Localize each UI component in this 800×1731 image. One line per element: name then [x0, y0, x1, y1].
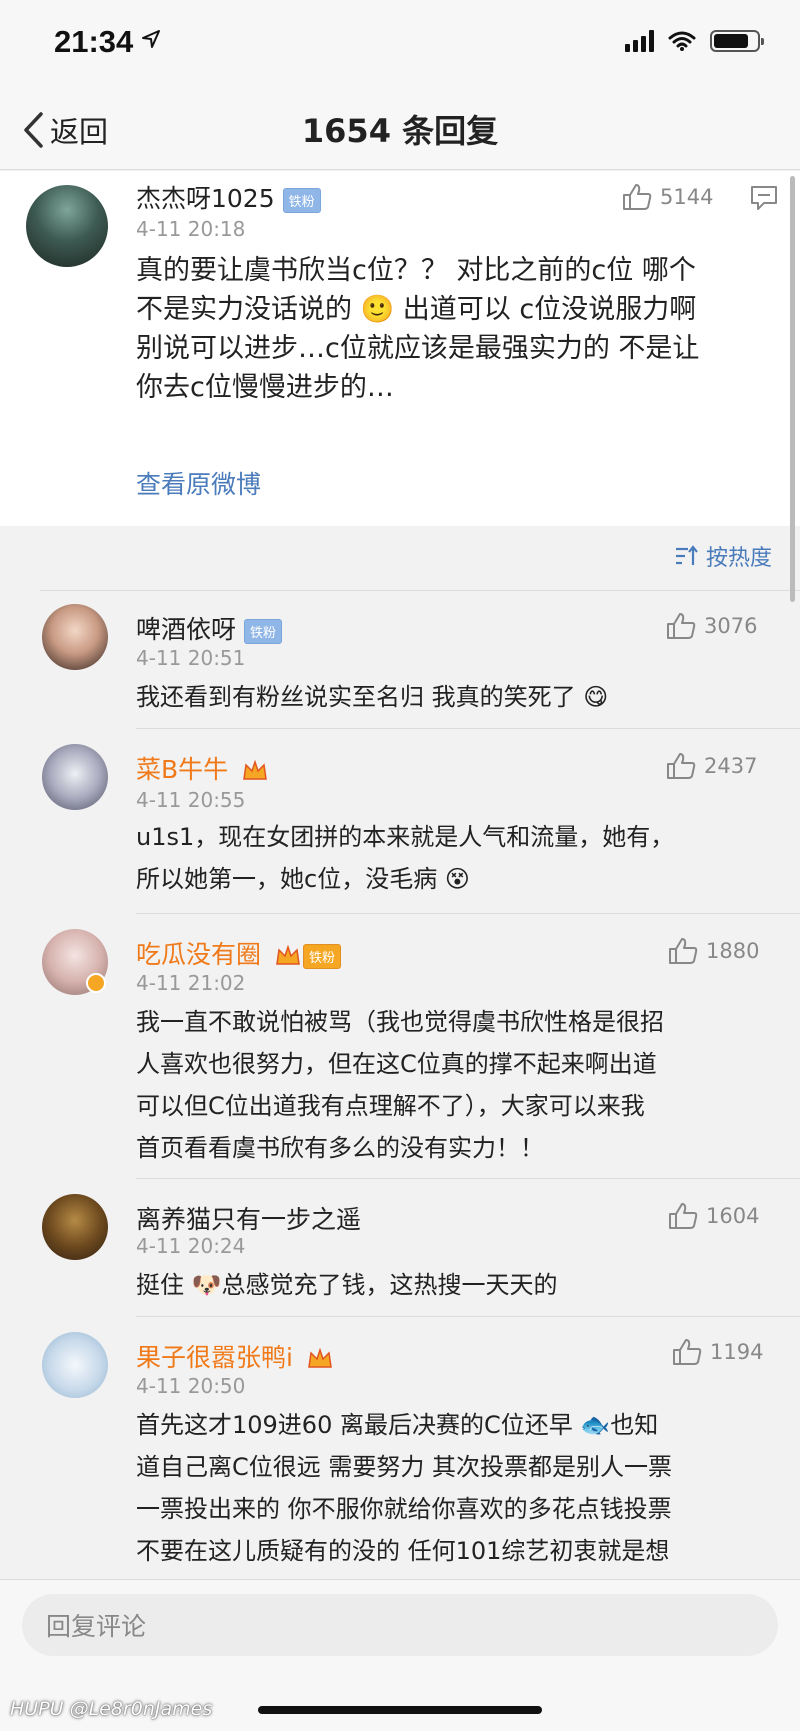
wifi-icon — [668, 31, 696, 51]
reply-text: 挺住 🐶总感觉充了钱，这热搜一天天的 — [136, 1264, 558, 1306]
view-original-link[interactable]: 查看原微博 — [136, 465, 261, 501]
reply-author[interactable]: 啤酒依呀 铁粉 — [136, 610, 283, 646]
reply-text: 首先这才109进60 离最后决赛的C位还早 🐟也知 道自己离C位很远 需要努力 … — [136, 1404, 672, 1572]
thumbs-up-icon — [667, 753, 696, 779]
navigation-bar: 返回 1654 条回复 — [0, 90, 800, 170]
reply-line: 我一直不敢说怕被骂（我也觉得虞书欣性格是很招 — [136, 1008, 664, 1036]
reply-time: 4-11 20:50 — [136, 1374, 246, 1398]
reply-item: 离养猫只有一步之遥 4-11 20:24 1604 挺住 🐶总感觉充了钱，这热搜… — [0, 1178, 800, 1316]
avatar[interactable] — [42, 1332, 108, 1398]
like-button[interactable]: 5144 — [622, 183, 713, 211]
like-button[interactable]: 1604 — [668, 1202, 759, 1230]
fan-badge: 铁粉 — [302, 943, 341, 969]
reply-line: 一票投出来的 你不服你就给你喜欢的多花点钱投票 — [136, 1495, 672, 1523]
cellular-signal-icon — [625, 30, 654, 52]
reply-line: 所以她第一，她c位，没毛病 😵 — [136, 865, 470, 893]
status-indicators — [625, 30, 764, 52]
page-title: 1654 条回复 — [301, 112, 499, 150]
username: 啤酒依呀 — [136, 615, 237, 644]
thumbs-up-icon — [673, 1339, 702, 1365]
comment-time: 4-11 20:18 — [136, 217, 246, 241]
reply-input[interactable]: 回复评论 — [22, 1594, 778, 1656]
verified-badge-icon — [86, 973, 106, 993]
fan-badge: 铁粉 — [244, 618, 283, 644]
status-time: 21:34 — [54, 24, 134, 59]
like-button[interactable]: 1880 — [668, 937, 759, 965]
like-count: 1194 — [710, 1340, 764, 1364]
scrollbar[interactable] — [790, 176, 795, 602]
sort-by-hot-button[interactable]: 按热度 — [674, 540, 772, 572]
reply-item: 菜B牛牛 4-11 20:55 2437 u1s1，现在女团拼的本来就是人气和流… — [0, 728, 800, 913]
username: 吃瓜没有圈 — [136, 940, 262, 969]
reply-time: 4-11 21:02 — [136, 971, 246, 995]
watermark: HUPU @Le8r0nJames — [10, 1698, 213, 1720]
comment-line: 你去c位慢慢进步的… — [136, 372, 394, 403]
like-count: 5144 — [660, 185, 714, 209]
like-count: 1604 — [706, 1204, 760, 1228]
like-button[interactable]: 1194 — [672, 1338, 763, 1366]
like-button[interactable]: 2437 — [666, 752, 757, 780]
home-indicator[interactable] — [258, 1706, 542, 1714]
reply-item: 啤酒依呀 铁粉 4-11 20:51 3076 我还看到有粉丝说实至名归 我真的笑… — [0, 590, 800, 728]
status-bar: 21:34 — [0, 0, 800, 90]
reply-time: 4-11 20:51 — [136, 646, 246, 670]
username: 杰杰呀1025 — [136, 184, 275, 213]
avatar[interactable] — [26, 185, 108, 267]
vip-crown-icon — [276, 944, 300, 965]
reply-author[interactable]: 离养猫只有一步之遥 — [136, 1200, 361, 1236]
reply-author[interactable]: 果子很嚣张鸭i — [136, 1338, 333, 1374]
avatar[interactable] — [42, 744, 108, 810]
avatar[interactable] — [42, 604, 108, 670]
reply-line: 挺住 🐶总感觉充了钱，这热搜一天天的 — [136, 1271, 558, 1299]
like-count: 1880 — [706, 939, 760, 963]
reply-item: 吃瓜没有圈 铁粉 4-11 21:02 1880 我一直不敢说怕被骂（我也觉得虞… — [0, 913, 800, 1178]
battery-icon — [710, 30, 764, 52]
location-arrow-icon — [142, 30, 160, 48]
reply-text: 我一直不敢说怕被骂（我也觉得虞书欣性格是很招 人喜欢也很努力，但在这C位真的撑不… — [136, 1001, 664, 1169]
comment-text: 真的要让虞书欣当c位？？ 对比之前的c位 哪个 不是实力没话说的 🙂 出道可以 … — [136, 251, 699, 407]
reply-line: 不要在这儿质疑有的没的 任何101综艺初衷就是想 — [136, 1537, 670, 1565]
reply-line: 可以但C位出道我有点理解不了），大家可以来我 — [136, 1092, 645, 1120]
reply-text: u1s1，现在女团拼的本来就是人气和流量，她有， 所以她第一，她c位，没毛病 😵 — [136, 816, 674, 900]
comment-author[interactable]: 杰杰呀1025 铁粉 — [136, 179, 321, 215]
reply-author[interactable]: 菜B牛牛 — [136, 750, 268, 786]
vip-crown-icon — [243, 759, 267, 780]
reply-time: 4-11 20:55 — [136, 788, 246, 812]
main-comment: 杰杰呀1025 铁粉 4-11 20:18 5144 真的要让虞书欣当c位？？ 对… — [0, 171, 800, 526]
username: 离养猫只有一步之遥 — [136, 1205, 362, 1234]
reply-time: 4-11 20:24 — [136, 1234, 246, 1258]
reply-author[interactable]: 吃瓜没有圈 铁粉 — [136, 935, 341, 971]
username: 菜B牛牛 — [136, 755, 229, 784]
thumbs-up-icon — [667, 613, 696, 639]
reply-line: 人喜欢也很努力，但在这C位真的撑不起来啊出道 — [136, 1050, 657, 1078]
reply-line: 我还看到有粉丝说实至名归 我真的笑死了 😋 — [136, 683, 609, 711]
thumbs-up-icon — [669, 938, 698, 964]
sort-row: 按热度 — [0, 526, 800, 586]
reply-line: u1s1，现在女团拼的本来就是人气和流量，她有， — [136, 823, 675, 851]
username: 果子很嚣张鸭i — [136, 1343, 293, 1372]
reply-item: 果子很嚣张鸭i 4-11 20:50 1194 首先这才109进60 离最后决赛… — [0, 1316, 800, 1579]
thumbs-up-icon — [623, 184, 652, 210]
avatar[interactable] — [42, 1194, 108, 1260]
like-count: 3076 — [704, 614, 758, 638]
like-count: 2437 — [704, 754, 758, 778]
reply-line: 首先这才109进60 离最后决赛的C位还早 🐟也知 — [136, 1411, 659, 1439]
reply-line: 道自己离C位很远 需要努力 其次投票都是别人一票 — [136, 1453, 673, 1481]
like-button[interactable]: 3076 — [666, 612, 757, 640]
vip-crown-icon — [308, 1347, 332, 1368]
sort-label: 按热度 — [705, 546, 772, 571]
reply-line: 首页看看虞书欣有多么的没有实力！！ — [136, 1134, 544, 1162]
comment-line: 真的要让虞书欣当c位？？ 对比之前的c位 哪个 — [136, 255, 696, 286]
comment-line: 不是实力没话说的 🙂 出道可以 c位没说服力啊 — [136, 294, 697, 325]
reply-text: 我还看到有粉丝说实至名归 我真的笑死了 😋 — [136, 676, 608, 718]
comment-line: 别说可以进步…c位就应该是最强实力的 不是让 — [136, 333, 700, 364]
thumbs-up-icon — [669, 1203, 698, 1229]
fan-badge: 铁粉 — [282, 187, 321, 213]
sort-icon — [675, 545, 698, 565]
comment-icon[interactable] — [750, 185, 778, 211]
